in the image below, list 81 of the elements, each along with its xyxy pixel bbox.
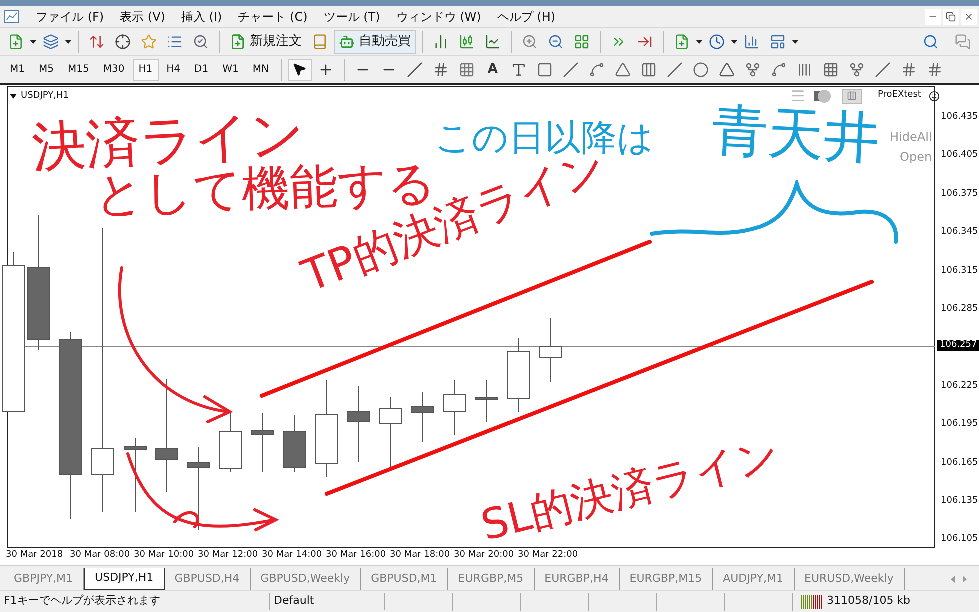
connection-bars-icon	[801, 594, 823, 608]
menu-item[interactable]: ウィンドウ (W)	[388, 8, 490, 26]
time-label: 30 Mar 20:00	[454, 551, 514, 560]
chart-symbol: USDJPY,H1	[21, 90, 69, 103]
dropdown-triangle-icon[interactable]	[10, 94, 17, 100]
handwritten-note: SL的決済ライン	[477, 432, 784, 548]
timeframe-button[interactable]: D1	[188, 58, 215, 80]
bars-icon	[847, 91, 857, 101]
price-label: 106.315	[941, 266, 978, 276]
candlestick	[540, 318, 562, 382]
chart-tab[interactable]: AUDJPY,M1	[713, 568, 794, 590]
price-label: 106.405	[941, 151, 978, 160]
robot-icon	[339, 34, 355, 50]
chart-tab[interactable]: GBPUSD,M1	[361, 568, 448, 590]
price-label: 106.105	[941, 535, 978, 544]
status-profile: Default	[270, 593, 385, 610]
handwritten-note: 青天井	[710, 103, 882, 168]
timeframe-button[interactable]: H4	[160, 58, 186, 80]
price-label: 106.165	[941, 458, 978, 468]
status-help: F1キーでヘルプが表示されます	[0, 593, 270, 610]
menu-item[interactable]: ファイル (F)	[28, 8, 112, 26]
handwritten-note: この日以降は	[435, 121, 654, 157]
candlestick	[252, 412, 274, 472]
smiley-icon	[929, 90, 940, 102]
time-label: 30 Mar 12:00	[198, 551, 258, 560]
time-label: 30 Mar 10:00	[134, 551, 194, 560]
time-label: 30 Mar 16:00	[326, 551, 386, 560]
chart-tab[interactable]: EURGBP,H4	[534, 568, 620, 590]
time-label: 30 Mar 14:00	[262, 551, 322, 560]
timeframe-button[interactable]: M5	[33, 58, 60, 80]
menu-item[interactable]: ツール (T)	[316, 8, 388, 26]
bars-button[interactable]	[842, 88, 862, 104]
chart-tab[interactable]: GBPUSD,H4	[164, 568, 251, 590]
indicator-name: ProEXtest	[878, 89, 922, 102]
time-label: 30 Mar 22:00	[518, 551, 578, 560]
new-order-button[interactable]: 新規注文	[226, 30, 306, 54]
price-label: 106.285	[941, 305, 978, 314]
text-tool-button[interactable]: A	[480, 58, 505, 80]
chart-tab[interactable]: EURGBP,M15	[620, 568, 714, 590]
time-label: 30 Mar 18:00	[390, 551, 450, 560]
timeframe-button[interactable]: W1	[216, 58, 245, 80]
candlestick	[444, 380, 466, 436]
timeframe-button[interactable]: M1	[4, 58, 31, 80]
price-label: 106.345	[941, 228, 978, 238]
price-label: 106.375	[941, 190, 978, 199]
caret-icon[interactable]	[792, 40, 799, 44]
menu-icon	[790, 88, 806, 104]
candlestick	[284, 414, 306, 472]
price-label: 106.135	[941, 497, 978, 506]
caret-icon[interactable]	[731, 40, 738, 44]
menu-item[interactable]: チャート (C)	[230, 8, 316, 26]
caret-icon[interactable]	[65, 40, 72, 44]
candlestick	[412, 392, 434, 442]
chart-tab[interactable]: USDJPY,H1	[84, 568, 165, 590]
timeframe-button[interactable]: MN	[246, 58, 275, 80]
restore-icon[interactable]	[943, 8, 959, 24]
time-label: 30 Mar 08:00	[70, 551, 130, 560]
minimize-icon[interactable]	[925, 8, 941, 24]
price-label: 106.435	[941, 113, 978, 122]
app-icon	[4, 10, 20, 24]
caret-icon[interactable]	[30, 40, 37, 44]
menu-item[interactable]: 挿入 (I)	[173, 8, 230, 26]
caret-icon[interactable]	[696, 40, 703, 44]
menu-item[interactable]: ヘルプ (H)	[489, 8, 564, 26]
auto-trading-button[interactable]: 自動売買	[334, 30, 416, 54]
timeframe-button[interactable]: M15	[62, 58, 96, 80]
candlestick	[220, 412, 242, 472]
new-order-icon	[230, 34, 246, 50]
chart-tab[interactable]: GBPUSD,Weekly	[250, 568, 362, 590]
time-label: 30 Mar 2018	[6, 551, 64, 560]
menu-item[interactable]: 表示 (V)	[112, 8, 174, 26]
timeframe-button[interactable]: H1	[132, 58, 159, 80]
candlestick	[476, 380, 498, 422]
price-label: 106.225	[941, 382, 978, 391]
chart-tab[interactable]: EURUSD,Weekly	[794, 568, 905, 590]
cursor-icon[interactable]	[288, 58, 312, 80]
timeframe-button[interactable]: M30	[97, 58, 131, 80]
status-traffic: 311058/105 kb	[827, 593, 911, 610]
chart-tab[interactable]: EURGBP,M5	[448, 568, 535, 590]
price-label: 106.195	[941, 420, 978, 430]
current-price-label: 106.257	[937, 340, 979, 351]
